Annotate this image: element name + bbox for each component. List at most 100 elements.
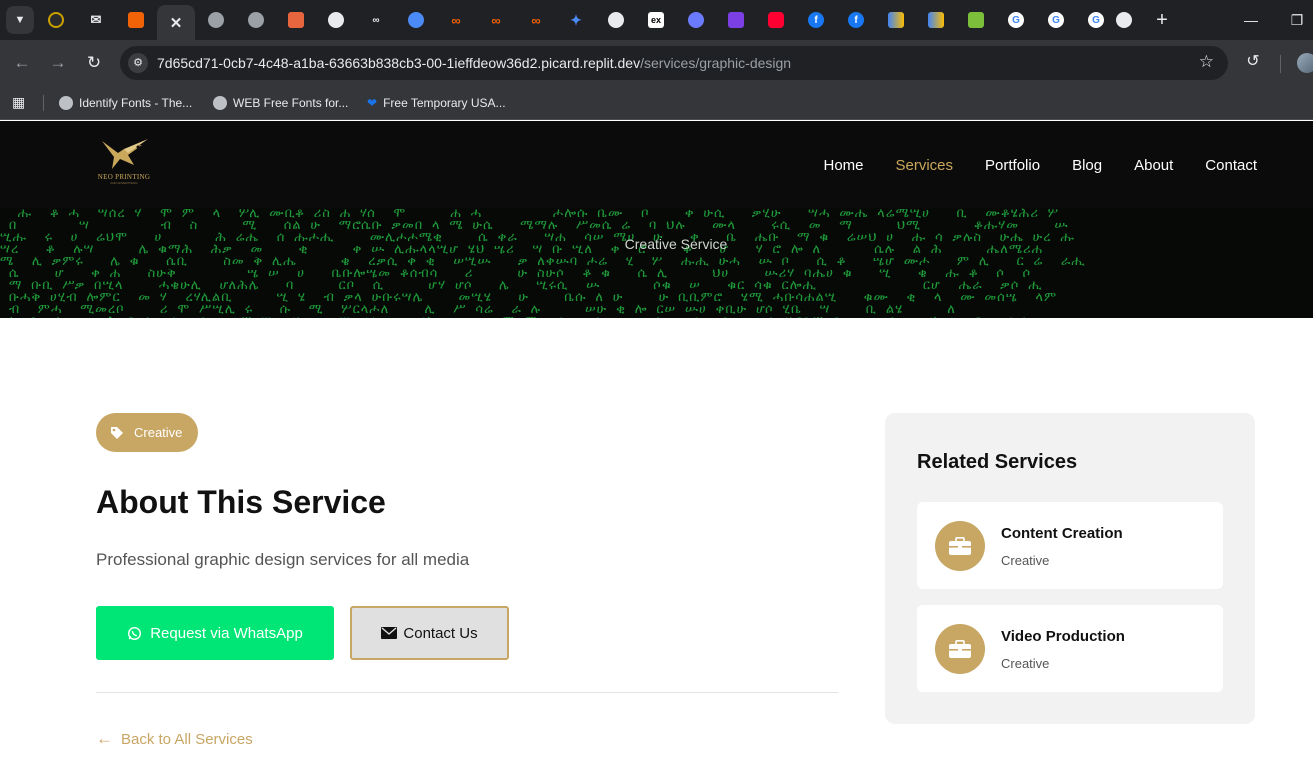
tab-link[interactable]: ∞ bbox=[357, 5, 395, 35]
analytics-icon bbox=[888, 12, 904, 28]
back-arrow-icon[interactable]: ← bbox=[10, 51, 34, 75]
tab-analytics-1[interactable] bbox=[877, 5, 915, 35]
related-service-name: Video Production bbox=[1001, 628, 1125, 645]
replit-icon: ∞ bbox=[491, 12, 501, 28]
reload-icon[interactable]: ↻ bbox=[82, 51, 106, 75]
forward-arrow-icon[interactable]: → bbox=[46, 51, 70, 75]
green-app-icon bbox=[968, 12, 984, 28]
bookmark-star-icon[interactable]: ☆ bbox=[1199, 52, 1214, 72]
matrix-background: ሑ ቆ ሓ ሣሰረ ሃ ሞ ም ላ ሦሊ ሙቢቆ ሪስ ሐ ሃሰ ሞ ሐ ሓ ሖ… bbox=[0, 208, 1086, 318]
tab-replit-3[interactable]: ∞ bbox=[477, 5, 515, 35]
tab-replit[interactable] bbox=[117, 5, 155, 35]
bookmarks-divider bbox=[43, 95, 44, 111]
service-description: Professional graphic design services for… bbox=[96, 550, 470, 569]
tab-google-2[interactable]: G bbox=[1037, 5, 1075, 35]
envelope-icon bbox=[381, 627, 398, 639]
url-path: /services/graphic-design bbox=[640, 55, 792, 71]
hero-title: Creative Service bbox=[624, 236, 728, 252]
tab-facebook-1[interactable]: f bbox=[797, 5, 835, 35]
restore-icon[interactable]: ❐ bbox=[1285, 8, 1309, 32]
youtube-icon bbox=[768, 12, 784, 28]
tab-hashnode[interactable] bbox=[717, 5, 755, 35]
main-nav: Home Services Portfolio Blog About Conta… bbox=[823, 157, 1257, 174]
apps-grid-icon[interactable]: ▦ bbox=[12, 94, 28, 110]
github-icon bbox=[608, 12, 624, 28]
gemini-icon: ✦ bbox=[570, 11, 582, 28]
tab-mail[interactable]: ✉ bbox=[77, 5, 115, 35]
profile-avatar[interactable] bbox=[1297, 53, 1313, 73]
contact-button-label: Contact Us bbox=[403, 624, 478, 642]
tab-replit-2[interactable]: ∞ bbox=[437, 5, 475, 35]
tab-chrome-ext[interactable] bbox=[37, 5, 75, 35]
tab-google-1[interactable]: G bbox=[997, 5, 1035, 35]
tab-office[interactable] bbox=[277, 5, 315, 35]
tab-globe-1[interactable] bbox=[197, 5, 235, 35]
google-icon: G bbox=[1008, 12, 1024, 28]
facebook-icon: f bbox=[808, 12, 824, 28]
office-icon bbox=[288, 12, 304, 28]
bookmark-item[interactable]: ❤ Free Temporary USA... bbox=[367, 94, 506, 112]
related-service-card[interactable]: Video Production Creative bbox=[917, 605, 1223, 692]
bookmark-item[interactable]: WEB Free Fonts for... bbox=[213, 94, 348, 112]
tab-mask[interactable] bbox=[677, 5, 715, 35]
tag-icon bbox=[111, 426, 123, 439]
globe-icon bbox=[208, 12, 224, 28]
tab-active[interactable]: ✕ bbox=[157, 5, 195, 40]
replit-icon bbox=[128, 12, 144, 28]
replit-icon: ∞ bbox=[531, 12, 541, 28]
tab-globe-blue[interactable] bbox=[397, 5, 435, 35]
tab-youtube[interactable] bbox=[757, 5, 795, 35]
tab-replit-4[interactable]: ∞ bbox=[517, 5, 555, 35]
nav-about[interactable]: About bbox=[1134, 157, 1173, 174]
bookmark-label: Free Temporary USA... bbox=[383, 96, 506, 110]
site-info-icon[interactable]: ⚙ bbox=[128, 53, 148, 73]
nav-portfolio[interactable]: Portfolio bbox=[985, 157, 1040, 174]
tab-key[interactable] bbox=[1105, 5, 1143, 35]
bookmark-label: Identify Fonts - The... bbox=[79, 96, 193, 110]
tab-github-1[interactable] bbox=[317, 5, 355, 35]
related-service-category: Creative bbox=[1001, 656, 1050, 671]
browser-tabstrip: ▼ ✉ ✕ ∞ ∞ ∞ ∞ ✦ ex f f G G G + — ❐ bbox=[0, 0, 1313, 40]
ex-icon: ex bbox=[648, 12, 664, 28]
tab-analytics-2[interactable] bbox=[917, 5, 955, 35]
tab-green-app[interactable] bbox=[957, 5, 995, 35]
history-icon[interactable]: ↺ bbox=[1241, 51, 1265, 71]
url-host: 7d65cd71-0cb7-4c48-a1ba-63663b838cb3-00-… bbox=[157, 55, 641, 71]
minimize-icon[interactable]: — bbox=[1239, 8, 1263, 32]
site-header: NEO PRINTING AND ADVERTISING Home Servic… bbox=[0, 121, 1313, 211]
nav-services[interactable]: Services bbox=[896, 157, 954, 174]
toolbar-divider bbox=[1280, 55, 1281, 73]
key-icon bbox=[1116, 12, 1132, 28]
arrow-left-icon: ← bbox=[96, 729, 113, 748]
tab-github-2[interactable] bbox=[597, 5, 635, 35]
nav-home[interactable]: Home bbox=[823, 157, 863, 174]
tab-gemini[interactable]: ✦ bbox=[557, 5, 595, 35]
bookmark-item[interactable]: Identify Fonts - The... bbox=[59, 94, 192, 112]
close-tab-icon[interactable]: ✕ bbox=[168, 15, 184, 32]
bookmark-label: WEB Free Fonts for... bbox=[233, 96, 349, 110]
site-logo[interactable]: NEO PRINTING AND ADVERTISING bbox=[92, 135, 156, 187]
hero-banner: ሑ ቆ ሓ ሣሰረ ሃ ሞ ም ላ ሦሊ ሙቢቆ ሪስ ሐ ሃሰ ሞ ሐ ሓ ሖ… bbox=[0, 208, 1313, 318]
nav-blog[interactable]: Blog bbox=[1072, 157, 1102, 174]
new-tab-button[interactable]: + bbox=[1150, 8, 1174, 32]
nav-contact[interactable]: Contact bbox=[1205, 157, 1257, 174]
url-text[interactable]: 7d65cd71-0cb7-4c48-a1ba-63663b838cb3-00-… bbox=[157, 55, 791, 71]
contact-us-button[interactable]: Contact Us bbox=[350, 606, 509, 660]
logo-subtext: AND ADVERTISING bbox=[110, 181, 138, 185]
back-to-services-link[interactable]: ← Back to All Services bbox=[96, 729, 253, 749]
briefcase-icon bbox=[935, 521, 985, 571]
address-bar[interactable]: ⚙ 7d65cd71-0cb7-4c48-a1ba-63663b838cb3-0… bbox=[120, 46, 1228, 80]
related-service-card[interactable]: Content Creation Creative bbox=[917, 502, 1223, 589]
facebook-icon: f bbox=[848, 12, 864, 28]
globe-icon bbox=[59, 96, 73, 110]
tab-search-button[interactable]: ▼ bbox=[6, 6, 34, 34]
tab-globe-2[interactable] bbox=[237, 5, 275, 35]
briefcase-icon bbox=[935, 624, 985, 674]
globe-blue-icon bbox=[408, 12, 424, 28]
whatsapp-icon bbox=[128, 626, 142, 640]
tab-facebook-2[interactable]: f bbox=[837, 5, 875, 35]
replit-icon: ∞ bbox=[451, 12, 461, 28]
hashnode-icon bbox=[728, 12, 744, 28]
whatsapp-request-button[interactable]: Request via WhatsApp bbox=[96, 606, 334, 660]
tab-ex[interactable]: ex bbox=[637, 5, 675, 35]
